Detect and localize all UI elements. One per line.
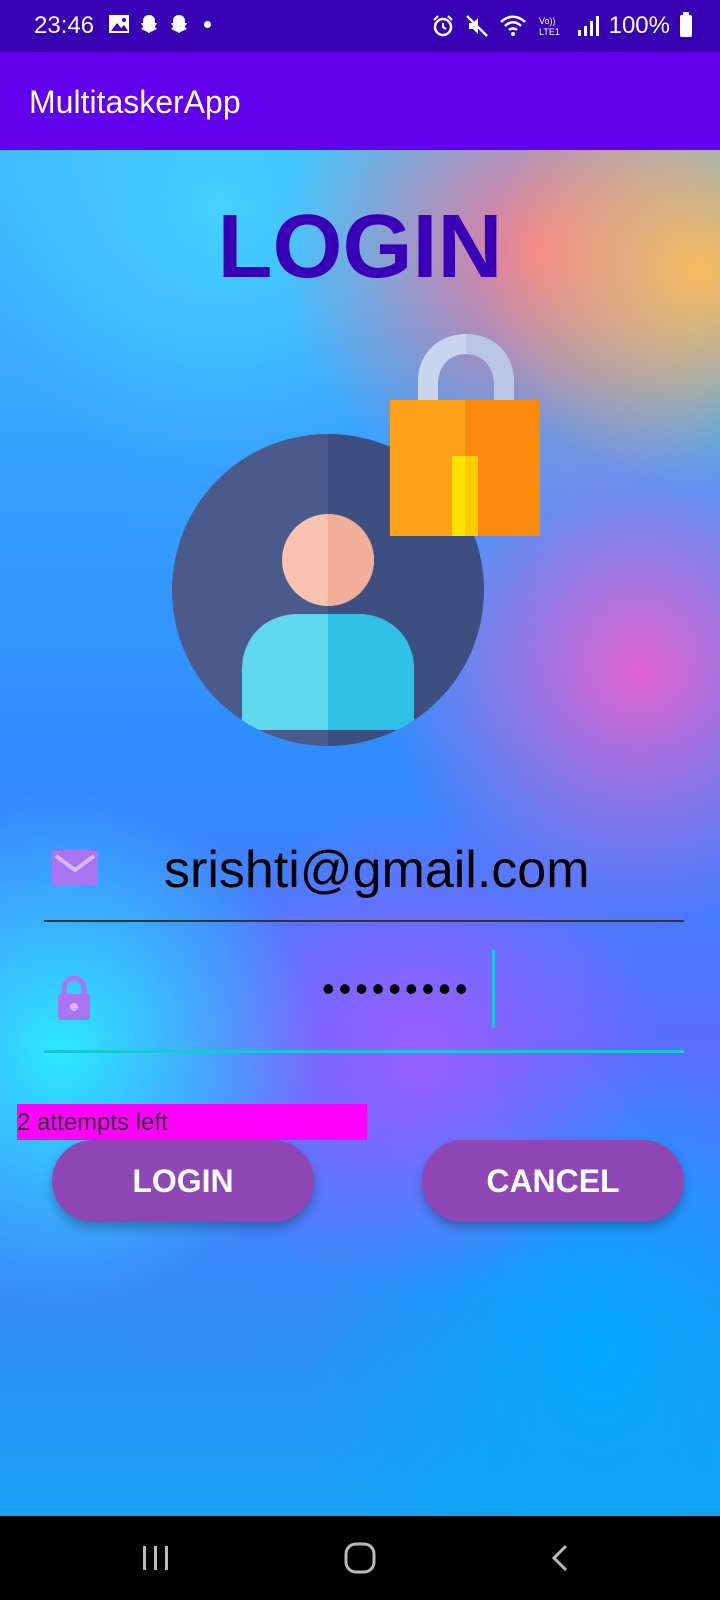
status-time: 23:46 xyxy=(34,12,95,39)
wifi-icon xyxy=(499,15,526,36)
password-input-value[interactable]: ••••••••• xyxy=(322,968,471,1010)
email-field[interactable]: srishti@gmail.com xyxy=(44,820,684,922)
battery-icon xyxy=(680,12,692,37)
snapchat-icon xyxy=(141,15,157,33)
notification-dot xyxy=(204,20,211,28)
email-icon xyxy=(52,850,98,886)
lock-icon xyxy=(58,975,90,1020)
padlock-icon xyxy=(390,334,540,536)
status-bar: 23:46 Vo)) LTE1 100% xyxy=(0,0,720,52)
home-icon[interactable] xyxy=(340,1540,380,1576)
back-icon[interactable] xyxy=(542,1540,582,1576)
cancel-button[interactable]: CANCEL xyxy=(422,1140,684,1222)
text-cursor xyxy=(492,950,495,1028)
navigation-bar xyxy=(0,1516,720,1600)
email-input-value[interactable]: srishti@gmail.com xyxy=(164,840,590,900)
password-field[interactable]: ••••••••• xyxy=(44,950,684,1053)
recents-icon[interactable] xyxy=(136,1540,176,1576)
login-heading: LOGIN xyxy=(217,197,503,297)
status-right: Vo)) LTE1 100% xyxy=(431,12,692,40)
attempts-left-label: 2 attempts left xyxy=(17,1104,367,1140)
image-icon xyxy=(109,15,129,33)
alarm-icon xyxy=(432,15,453,37)
svg-text:LTE1: LTE1 xyxy=(539,27,560,37)
mute-icon xyxy=(465,15,488,37)
svg-text:Vo)): Vo)) xyxy=(539,16,556,26)
login-button[interactable]: LOGIN xyxy=(52,1140,314,1222)
app-bar: MultitaskerApp xyxy=(0,52,720,150)
snapchat-icon xyxy=(171,15,187,33)
volte-icon: Vo)) LTE1 xyxy=(539,16,560,37)
status-left-icons xyxy=(108,13,211,35)
login-screen: LOGIN srishti@gmail.com ••••••••• 2 atte… xyxy=(0,150,720,1516)
battery-text: 100% xyxy=(608,12,670,39)
app-title: MultitaskerApp xyxy=(29,84,241,120)
signal-icon xyxy=(577,16,599,36)
